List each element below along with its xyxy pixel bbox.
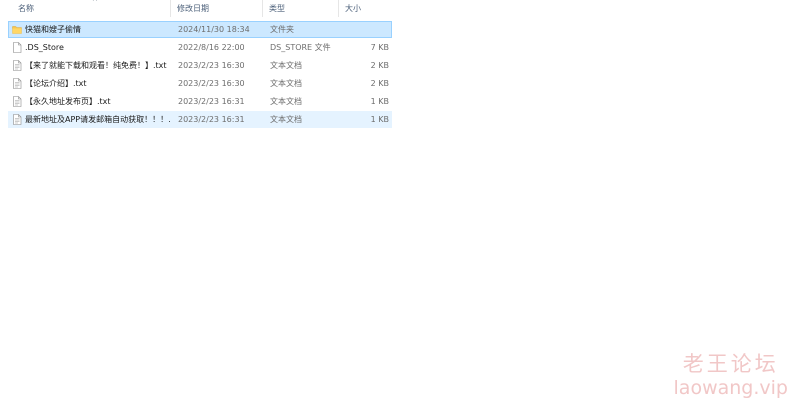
column-divider[interactable]	[338, 0, 339, 17]
text-file-icon	[13, 60, 22, 71]
folder-icon	[12, 26, 22, 34]
column-divider[interactable]	[170, 0, 171, 17]
watermark-url: laowang.vip	[673, 377, 788, 399]
column-header-name[interactable]: 名称	[18, 3, 34, 15]
file-modified-date: 2022/8/16 22:00	[178, 43, 245, 52]
file-type: 文本文档	[270, 61, 302, 70]
file-modified-date: 2023/2/23 16:30	[178, 61, 245, 70]
file-row[interactable]: 最新地址及APP请发邮箱自动获取！！！... 2023/2/23 16:31 文…	[8, 111, 392, 128]
file-name: 【永久地址发布页】.txt	[25, 97, 111, 106]
sort-ascending-icon: ^	[92, 0, 98, 6]
column-header-row: ^ 名称 修改日期 类型 大小	[0, 0, 395, 18]
file-size: 2 KB	[370, 61, 389, 70]
file-row[interactable]: 快猫和嫂子偷情 2024/11/30 18:34 文件夹	[8, 21, 392, 38]
file-size: 1 KB	[370, 97, 389, 106]
file-type: 文本文档	[270, 79, 302, 88]
text-file-icon	[13, 78, 22, 89]
file-type: 文件夹	[270, 25, 294, 34]
file-modified-date: 2023/2/23 16:31	[178, 115, 245, 124]
text-file-icon	[13, 96, 22, 107]
column-divider[interactable]	[262, 0, 263, 17]
file-row[interactable]: 【永久地址发布页】.txt 2023/2/23 16:31 文本文档 1 KB	[8, 93, 392, 110]
file-explorer-window: ^ 名称 修改日期 类型 大小 快猫和嫂子偷情 2024/11/30 18:34…	[0, 0, 800, 405]
file-row[interactable]: .DS_Store 2022/8/16 22:00 DS_STORE 文件 7 …	[8, 39, 392, 56]
file-modified-date: 2024/11/30 18:34	[178, 25, 250, 34]
file-modified-date: 2023/2/23 16:30	[178, 79, 245, 88]
file-name: .DS_Store	[25, 43, 64, 52]
blank-file-icon	[13, 42, 22, 53]
file-size: 1 KB	[370, 115, 389, 124]
file-type: DS_STORE 文件	[270, 43, 331, 52]
column-header-date[interactable]: 修改日期	[177, 3, 209, 15]
file-name: 【来了就能下载和观看！纯免费！】.txt	[25, 61, 167, 70]
column-header-type[interactable]: 类型	[269, 3, 285, 15]
file-name: 最新地址及APP请发邮箱自动获取！！！...	[25, 115, 171, 124]
file-row[interactable]: 【来了就能下载和观看！纯免费！】.txt 2023/2/23 16:30 文本文…	[8, 57, 392, 74]
file-name: 【论坛介绍】.txt	[25, 79, 87, 88]
file-type: 文本文档	[270, 97, 302, 106]
file-modified-date: 2023/2/23 16:31	[178, 97, 245, 106]
site-watermark: 老王论坛 laowang.vip	[674, 351, 788, 399]
file-type: 文本文档	[270, 115, 302, 124]
file-size	[347, 22, 389, 37]
column-header-size[interactable]: 大小	[345, 3, 361, 15]
file-name: 快猫和嫂子偷情	[25, 25, 81, 34]
text-file-icon	[13, 114, 22, 125]
file-size: 2 KB	[370, 79, 389, 88]
watermark-title: 老王论坛	[682, 352, 779, 376]
file-size: 7 KB	[370, 43, 389, 52]
file-row[interactable]: 【论坛介绍】.txt 2023/2/23 16:30 文本文档 2 KB	[8, 75, 392, 92]
